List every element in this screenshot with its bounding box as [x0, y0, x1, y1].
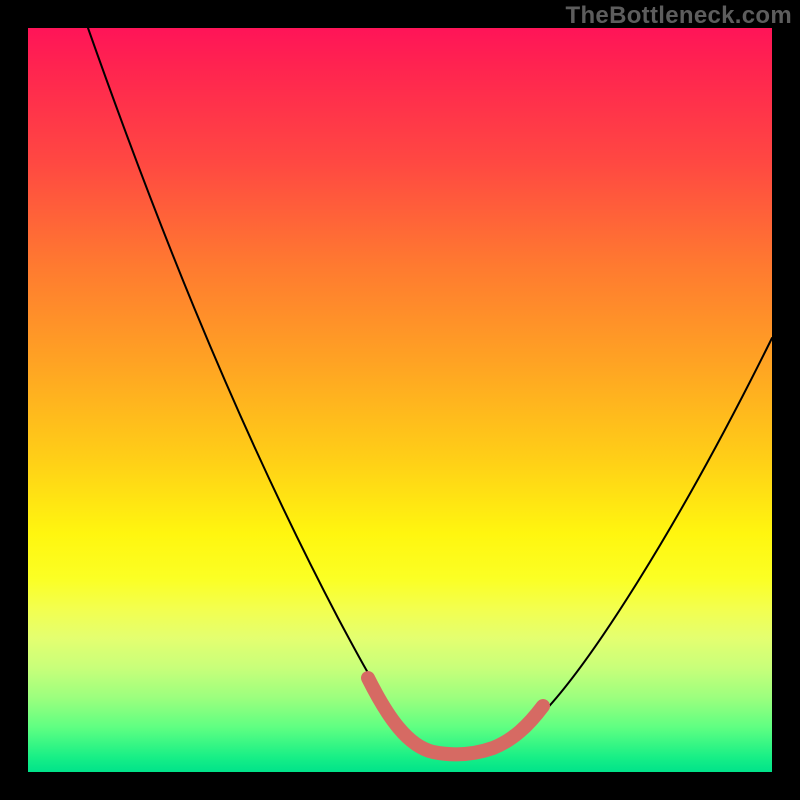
plot-area [28, 28, 772, 772]
chart-frame: TheBottleneck.com [0, 0, 800, 800]
curve-layer [28, 28, 772, 772]
watermark-text: TheBottleneck.com [566, 2, 792, 30]
optimal-range-highlight [368, 678, 543, 754]
bottleneck-curve [88, 28, 772, 755]
